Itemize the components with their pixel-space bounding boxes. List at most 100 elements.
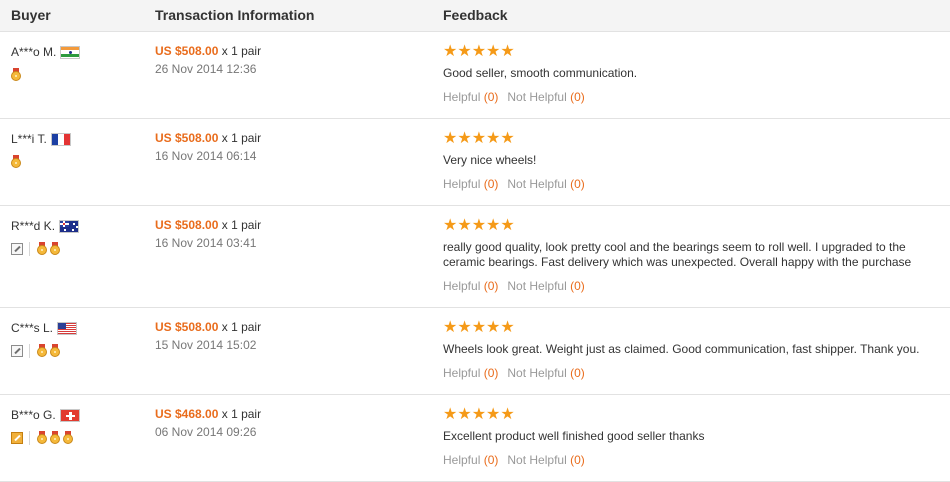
helpful-link[interactable]: Helpful (0) [443,279,498,293]
helpful-label: Helpful [443,453,481,467]
transaction-date: 15 Nov 2014 15:02 [155,338,257,352]
quantity: x 1 pair [221,407,262,421]
not-helpful-link[interactable]: Not Helpful (0) [507,366,584,380]
feedback-comment: really good quality, look pretty cool an… [443,240,912,269]
not-helpful-count: (0) [570,453,585,467]
transaction-cell: US $508.00 x 1 pair 26 Nov 2014 12:36 [155,44,261,76]
star-rating: ★★★★★ [443,319,515,336]
helpful-count: (0) [483,453,499,467]
helpful-count: (0) [483,279,499,293]
not-helpful-link[interactable]: Not Helpful (0) [507,453,584,467]
feedback-column-header: Feedback [443,7,508,23]
verified-box-icon[interactable] [11,345,23,357]
quantity: x 1 pair [221,218,262,232]
review-row: C***s L. US $508.00 x 1 pair 15 Nov 2014… [0,308,950,395]
helpful-link[interactable]: Helpful (0) [443,90,498,104]
transaction-column-header: Transaction Information [155,7,315,23]
buyer-badges [11,154,71,170]
helpful-link[interactable]: Helpful (0) [443,177,498,191]
buyer-column-header: Buyer [11,7,51,23]
review-row: A***o M. US $508.00 x 1 pair 26 Nov 2014… [0,32,950,119]
transaction-cell: US $468.00 x 1 pair 06 Nov 2014 09:26 [155,407,261,439]
star-rating: ★★★★★ [443,130,515,147]
helpful-votes: Helpful (0) Not Helpful (0) [443,177,938,191]
india-flag-icon [60,45,81,59]
transaction-date: 16 Nov 2014 03:41 [155,236,257,250]
helpful-votes: Helpful (0) Not Helpful (0) [443,366,938,380]
not-helpful-link[interactable]: Not Helpful (0) [507,90,584,104]
transaction-cell: US $508.00 x 1 pair 15 Nov 2014 15:02 [155,320,261,352]
badge-divider [29,344,30,358]
review-row: L***i T. US $508.00 x 1 pair 16 Nov 2014… [0,119,950,206]
not-helpful-label: Not Helpful [507,90,567,104]
transaction-date: 16 Nov 2014 06:14 [155,149,257,163]
feedback-comment: Wheels look great. Weight just as claime… [443,342,920,356]
medal-icon[interactable] [37,431,47,445]
buyer-cell: C***s L. [11,320,78,359]
buyer-name: B***o G. [11,408,56,422]
transaction-cell: US $508.00 x 1 pair 16 Nov 2014 06:14 [155,131,261,163]
helpful-link[interactable]: Helpful (0) [443,366,498,380]
medal-icon[interactable] [50,431,60,445]
medal-icon[interactable] [37,344,47,358]
transaction-date: 26 Nov 2014 12:36 [155,62,257,76]
not-helpful-link[interactable]: Not Helpful (0) [507,177,584,191]
transaction-date: 06 Nov 2014 09:26 [155,425,257,439]
not-helpful-link[interactable]: Not Helpful (0) [507,279,584,293]
review-row: R***d K. US $508.00 x 1 pair 16 Nov 2014… [0,206,950,308]
helpful-link[interactable]: Helpful (0) [443,453,498,467]
feedback-cell: ★★★★★ Wheels look great. Weight just as … [443,319,938,381]
medal-icon[interactable] [37,242,47,256]
not-helpful-label: Not Helpful [507,177,567,191]
price: US $508.00 [155,44,219,58]
helpful-count: (0) [483,366,499,380]
quantity: x 1 pair [221,44,262,58]
buyer-cell: B***o G. [11,407,80,446]
not-helpful-label: Not Helpful [507,453,567,467]
feedback-cell: ★★★★★ Very nice wheels! Helpful (0) Not H… [443,130,938,192]
transaction-cell: US $508.00 x 1 pair 16 Nov 2014 03:41 [155,218,261,250]
buyer-name: L***i T. [11,132,47,146]
price: US $468.00 [155,407,219,421]
feedback-comment: Excellent product well finished good sel… [443,429,705,443]
price: US $508.00 [155,131,219,145]
not-helpful-label: Not Helpful [507,366,567,380]
buyer-badges [11,67,80,83]
buyer-cell: R***d K. [11,218,80,257]
buyer-badges [11,430,80,446]
medal-icon[interactable] [50,242,60,256]
price: US $508.00 [155,218,219,232]
buyer-name: R***d K. [11,219,56,233]
not-helpful-count: (0) [570,366,585,380]
buyer-badges [11,343,77,359]
usa-flag-icon [57,321,78,335]
buyer-badges [11,241,79,257]
helpful-count: (0) [483,90,499,104]
helpful-label: Helpful [443,279,481,293]
price: US $508.00 [155,320,219,334]
medal-icon[interactable] [63,431,73,445]
star-rating: ★★★★★ [443,217,515,234]
quantity: x 1 pair [221,320,262,334]
badge-divider [29,242,30,256]
verified-box-icon[interactable] [11,432,23,444]
not-helpful-count: (0) [570,279,585,293]
feedback-cell: ★★★★★ Good seller, smooth communication.… [443,43,938,105]
medal-icon[interactable] [11,155,21,169]
helpful-votes: Helpful (0) Not Helpful (0) [443,453,938,467]
verified-box-icon[interactable] [11,243,23,255]
switzerland-flag-icon [59,408,80,422]
helpful-label: Helpful [443,177,481,191]
helpful-votes: Helpful (0) Not Helpful (0) [443,90,938,104]
france-flag-icon [50,132,71,146]
medal-icon[interactable] [50,344,60,358]
star-rating: ★★★★★ [443,406,515,423]
buyer-cell: A***o M. [11,44,81,83]
feedback-comment: Good seller, smooth communication. [443,66,638,80]
review-row: B***o G. US $468.00 x 1 pair 06 Nov 2014… [0,395,950,482]
medal-icon[interactable] [11,68,21,82]
helpful-label: Helpful [443,366,481,380]
star-rating: ★★★★★ [443,43,515,60]
table-header: Buyer Transaction Information Feedback [0,0,950,32]
helpful-count: (0) [483,177,499,191]
